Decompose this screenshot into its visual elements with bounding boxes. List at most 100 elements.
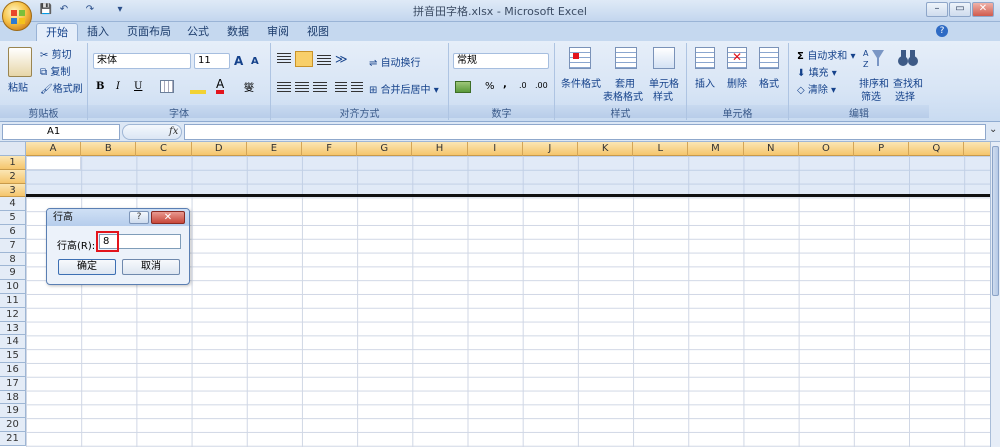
row-header-20[interactable]: 20 [0, 418, 26, 432]
fill-color-icon[interactable] [190, 80, 206, 94]
column-header-n[interactable]: N [744, 142, 799, 156]
cancel-button[interactable]: 取消 [122, 259, 180, 275]
qat-customize-icon[interactable]: ▾ [112, 3, 128, 17]
row-header-11[interactable]: 11 [0, 294, 26, 308]
expand-formula-icon[interactable]: ⌄ [989, 124, 997, 135]
orientation-icon[interactable]: ≫ [335, 52, 348, 66]
office-button[interactable] [2, 1, 32, 31]
row-header-3[interactable]: 3 [0, 183, 26, 198]
shrink-font-button[interactable]: A [251, 56, 259, 67]
insert-cells-button[interactable]: 插入 [695, 75, 715, 90]
column-header-e[interactable]: E [247, 142, 302, 156]
tab-review[interactable]: 审阅 [258, 23, 298, 41]
format-table-icon[interactable] [615, 47, 637, 69]
row-header-2[interactable]: 2 [0, 169, 26, 184]
fill-button[interactable]: ⬇ 填充 ▾ [797, 64, 837, 79]
row-header-18[interactable]: 18 [0, 390, 26, 405]
row-header-19[interactable]: 19 [0, 404, 26, 419]
merge-center-button[interactable]: ⊞ 合并后居中 ▾ [369, 81, 439, 96]
name-box[interactable]: A1 [2, 124, 120, 140]
increase-decimal-icon[interactable]: .0 [519, 81, 527, 90]
bold-button[interactable]: B [96, 81, 104, 92]
font-name-select[interactable]: 宋体 [93, 53, 191, 69]
number-format-select[interactable]: 常规 [453, 53, 549, 69]
borders-icon[interactable] [160, 80, 174, 93]
align-right-icon[interactable] [313, 82, 327, 93]
column-header-a[interactable]: A [26, 142, 82, 156]
format-cells-icon[interactable] [759, 47, 779, 69]
row-header-1[interactable]: 1 [0, 156, 26, 170]
tab-data[interactable]: 数据 [218, 23, 258, 41]
font-size-select[interactable]: 11 [194, 53, 230, 69]
grow-font-button[interactable]: A [234, 54, 243, 68]
paste-icon[interactable] [8, 47, 32, 77]
cell-styles-line2[interactable]: 样式 [653, 88, 673, 103]
row-header-9[interactable]: 9 [0, 266, 26, 281]
percent-button[interactable]: % [485, 81, 495, 92]
delete-cells-button[interactable]: 删除 [727, 75, 747, 90]
active-cell[interactable] [26, 156, 81, 170]
tab-formulas[interactable]: 公式 [178, 23, 218, 41]
align-middle-icon[interactable] [295, 51, 313, 67]
increase-indent-icon[interactable] [351, 82, 363, 93]
format-cells-button[interactable]: 格式 [759, 75, 779, 90]
column-header-p[interactable]: P [854, 142, 910, 156]
fx-button[interactable]: fx [122, 124, 182, 140]
insert-cells-icon[interactable] [695, 47, 715, 69]
sort-filter-icon[interactable]: AZ [863, 47, 885, 69]
row-header-5[interactable]: 5 [0, 211, 26, 225]
font-color-icon[interactable]: A [216, 78, 225, 94]
currency-icon[interactable] [455, 81, 471, 93]
redo-icon[interactable]: ↷ [82, 3, 98, 17]
undo-icon[interactable]: ↶ [56, 3, 72, 17]
copy-button[interactable]: ⧉ 复制 [40, 63, 70, 78]
column-header-c[interactable]: C [136, 142, 192, 156]
wrap-text-button[interactable]: ⇌ 自动换行 [369, 54, 421, 69]
cut-button[interactable]: ✂ 剪切 [40, 46, 72, 61]
column-header-h[interactable]: H [412, 142, 468, 156]
save-icon[interactable]: 💾 [38, 3, 54, 17]
comma-button[interactable]: , [503, 79, 507, 90]
row-header-14[interactable]: 14 [0, 335, 26, 350]
minimize-button[interactable]: – [926, 2, 948, 17]
tab-view[interactable]: 视图 [298, 23, 338, 41]
italic-button[interactable]: I [116, 81, 120, 92]
row-header-16[interactable]: 16 [0, 363, 26, 377]
column-header-b[interactable]: B [81, 142, 137, 156]
phonetic-icon[interactable]: 燮 [244, 79, 254, 94]
align-center-icon[interactable] [295, 82, 309, 93]
dialog-help-button[interactable]: ? [129, 211, 149, 224]
scrollbar-thumb[interactable] [992, 146, 999, 296]
row-header-12[interactable]: 12 [0, 307, 26, 322]
format-table-line2[interactable]: 表格格式 [603, 88, 643, 103]
column-header-g[interactable]: G [357, 142, 413, 156]
align-left-icon[interactable] [277, 82, 291, 93]
maximize-button[interactable]: ▭ [949, 2, 971, 17]
cell-styles-icon[interactable] [653, 47, 675, 69]
column-header-f[interactable]: F [302, 142, 358, 156]
conditional-format-icon[interactable] [569, 47, 591, 69]
column-header-i[interactable]: I [468, 142, 523, 156]
row-header-15[interactable]: 15 [0, 349, 26, 363]
column-header-q[interactable]: Q [909, 142, 965, 156]
autosum-button[interactable]: Σ 自动求和 ▾ [797, 47, 856, 62]
decrease-decimal-icon[interactable]: .00 [535, 81, 548, 90]
row-header-17[interactable]: 17 [0, 376, 26, 391]
column-header-m[interactable]: M [688, 142, 744, 156]
row-header-21[interactable]: 21 [0, 432, 26, 446]
column-header-k[interactable]: K [578, 142, 634, 156]
tab-insert[interactable]: 插入 [78, 23, 118, 41]
column-header-l[interactable]: L [633, 142, 689, 156]
row-header-13[interactable]: 13 [0, 321, 26, 336]
sort-filter-line2[interactable]: 筛选 [861, 88, 881, 103]
select-all-corner[interactable] [0, 142, 26, 156]
conditional-format-button[interactable]: 条件格式 [561, 75, 601, 90]
row-header-7[interactable]: 7 [0, 238, 26, 253]
ok-button[interactable]: 确定 [58, 259, 116, 275]
binoculars-icon[interactable] [897, 47, 919, 69]
dialog-close-button[interactable]: ✕ [151, 211, 185, 224]
vertical-scrollbar[interactable] [990, 142, 1000, 447]
worksheet-grid[interactable] [26, 156, 990, 447]
row-header-10[interactable]: 10 [0, 280, 26, 294]
align-top-icon[interactable] [277, 53, 291, 65]
